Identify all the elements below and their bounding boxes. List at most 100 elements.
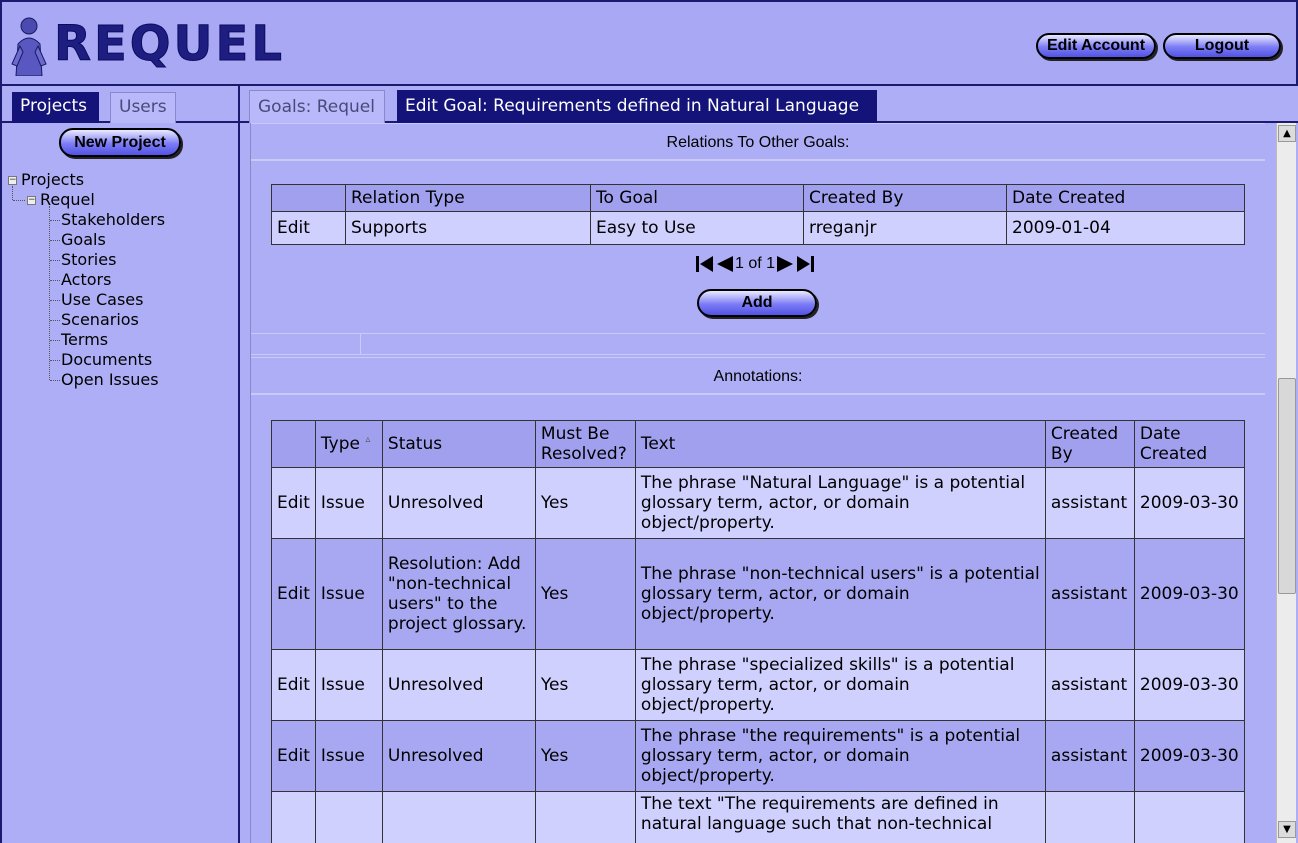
- column-header: [271, 184, 346, 212]
- collapse-icon[interactable]: −: [8, 176, 17, 185]
- tree-item-use-cases[interactable]: Use Cases: [61, 290, 143, 310]
- table-cell: Unresolved: [381, 649, 536, 721]
- add-relation-button[interactable]: Add: [697, 289, 817, 317]
- left-panel: Projects Users New Project − Projects − …: [0, 86, 240, 843]
- relations-header-row: Relation Type To Goal Created By Date Cr…: [271, 184, 1245, 212]
- table-row: Edit Supports Easy to Use rreganjr 2009-…: [271, 211, 1245, 245]
- table-cell: 2009-03-30: [1133, 538, 1246, 650]
- scroll-thumb[interactable]: [1278, 378, 1296, 594]
- page-indicator: 1 of 1: [735, 255, 776, 272]
- tree-item-actors[interactable]: Actors: [61, 270, 111, 290]
- tree-item-open-issues[interactable]: Open Issues: [61, 370, 159, 390]
- column-header-to-goal[interactable]: To Goal: [590, 184, 804, 212]
- app-header: REQUEL Edit Account Logout: [0, 0, 1298, 86]
- table-cell: The phrase "Natural Language" is a poten…: [634, 467, 1046, 539]
- column-header-date-created[interactable]: Date Created: [1133, 420, 1246, 468]
- table-row: Edit Issue Resolution: Add "non-technica…: [271, 538, 1246, 650]
- table-cell: Issue: [314, 467, 383, 539]
- tree-item-goals[interactable]: Goals: [61, 230, 106, 250]
- column-header-date-created[interactable]: Date Created: [1006, 184, 1245, 212]
- edit-link[interactable]: Edit: [271, 467, 316, 539]
- table-cell: Yes: [534, 538, 636, 650]
- column-header-relation-type[interactable]: Relation Type: [345, 184, 591, 212]
- annotations-header-row: Type ▵ Status Must Be Resolved? Text Cre…: [271, 420, 1246, 468]
- tree-root-projects[interactable]: Projects: [21, 170, 84, 190]
- sort-asc-icon: ▵: [365, 434, 371, 445]
- column-header-type[interactable]: Type ▵: [314, 420, 383, 468]
- table-cell: [381, 791, 536, 843]
- table-cell: Yes: [534, 649, 636, 721]
- table-cell: Issue: [314, 720, 383, 792]
- tab-goals-requel[interactable]: Goals: Requel: [249, 90, 385, 123]
- edit-link[interactable]: Edit: [271, 649, 316, 721]
- left-tabbar: Projects Users: [2, 86, 240, 123]
- column-header-status[interactable]: Status: [381, 420, 536, 468]
- new-project-button[interactable]: New Project: [59, 128, 181, 157]
- column-header-text[interactable]: Text: [634, 420, 1046, 468]
- table-cell: 2009-03-30: [1133, 649, 1246, 721]
- relations-table: Relation Type To Goal Created By Date Cr…: [271, 184, 1245, 245]
- table-cell: assistant: [1044, 649, 1135, 721]
- tree-item-stakeholders[interactable]: Stakeholders: [61, 210, 165, 230]
- table-row: Edit Issue Unresolved Yes The phrase "th…: [271, 720, 1246, 792]
- edit-goal-content: Relations To Other Goals: Relation Type …: [250, 123, 1266, 843]
- edit-link[interactable]: Edit: [271, 538, 316, 650]
- table-cell: The phrase "specialized skills" is a pot…: [634, 649, 1046, 721]
- tab-edit-goal[interactable]: Edit Goal: Requirements defined in Natur…: [397, 90, 877, 123]
- logout-button[interactable]: Logout: [1163, 33, 1281, 59]
- logo-figure-icon: [11, 17, 47, 76]
- tab-users[interactable]: Users: [110, 92, 176, 123]
- table-cell: [271, 791, 316, 843]
- table-cell: Easy to Use: [590, 211, 804, 245]
- edit-account-button[interactable]: Edit Account: [1036, 33, 1156, 59]
- column-header-created-by[interactable]: Created By: [803, 184, 1007, 212]
- main-panel: Goals: Requel Edit Goal: Requirements de…: [240, 86, 1298, 843]
- table-cell: assistant: [1044, 467, 1135, 539]
- scroll-down-icon[interactable]: ▼: [1278, 821, 1296, 838]
- table-cell: assistant: [1044, 720, 1135, 792]
- table-cell: Unresolved: [381, 720, 536, 792]
- table-cell: The phrase "the requirements" is a poten…: [634, 720, 1046, 792]
- table-cell: Yes: [534, 720, 636, 792]
- table-cell: [1133, 791, 1246, 843]
- vertical-scrollbar[interactable]: ▲ ▼: [1276, 123, 1296, 843]
- main-tabbar: Goals: Requel Edit Goal: Requirements de…: [240, 86, 1298, 123]
- relations-pager: 1 of 1: [695, 253, 815, 275]
- annotations-title: Annotations:: [251, 357, 1265, 395]
- tree-item-terms[interactable]: Terms: [61, 330, 108, 350]
- app-logo: REQUEL: [54, 16, 285, 73]
- column-header-created-by[interactable]: Created By: [1044, 420, 1135, 468]
- column-header: [271, 420, 316, 468]
- column-header-must-be-resolved[interactable]: Must Be Resolved?: [534, 420, 636, 468]
- tab-projects[interactable]: Projects: [12, 92, 99, 123]
- table-cell: The phrase "non-technical users" is a po…: [634, 538, 1046, 650]
- table-cell: 2009-03-30: [1133, 467, 1246, 539]
- edit-link[interactable]: Edit: [271, 211, 346, 245]
- tree-item-scenarios[interactable]: Scenarios: [61, 310, 139, 330]
- table-cell: Issue: [314, 649, 383, 721]
- table-cell: Unresolved: [381, 467, 536, 539]
- tree-item-stories[interactable]: Stories: [61, 250, 116, 270]
- table-cell: Resolution: Add "non-technical users" to…: [381, 538, 536, 650]
- prev-page-icon[interactable]: [715, 255, 735, 273]
- table-cell: rreganjr: [803, 211, 1007, 245]
- table-cell: assistant: [1044, 538, 1135, 650]
- collapse-icon[interactable]: −: [27, 196, 36, 205]
- table-cell: 2009-01-04: [1006, 211, 1245, 245]
- table-row: Edit Issue Unresolved Yes The phrase "sp…: [271, 649, 1246, 721]
- table-row: Edit Issue Unresolved Yes The phrase "Na…: [271, 467, 1246, 539]
- first-page-icon[interactable]: [695, 255, 715, 273]
- next-page-icon[interactable]: [775, 255, 795, 273]
- table-cell: [314, 791, 383, 843]
- table-cell: [1044, 791, 1135, 843]
- divider-row: [251, 333, 1265, 355]
- last-page-icon[interactable]: [795, 255, 815, 273]
- relations-title: Relations To Other Goals:: [251, 123, 1265, 161]
- table-row: The text "The requirements are defined i…: [271, 791, 1246, 843]
- edit-link[interactable]: Edit: [271, 720, 316, 792]
- tree-item-documents[interactable]: Documents: [61, 350, 152, 370]
- table-cell: Yes: [534, 467, 636, 539]
- table-cell: The text "The requirements are defined i…: [634, 791, 1046, 843]
- table-cell: Issue: [314, 538, 383, 650]
- scroll-up-icon[interactable]: ▲: [1278, 125, 1296, 142]
